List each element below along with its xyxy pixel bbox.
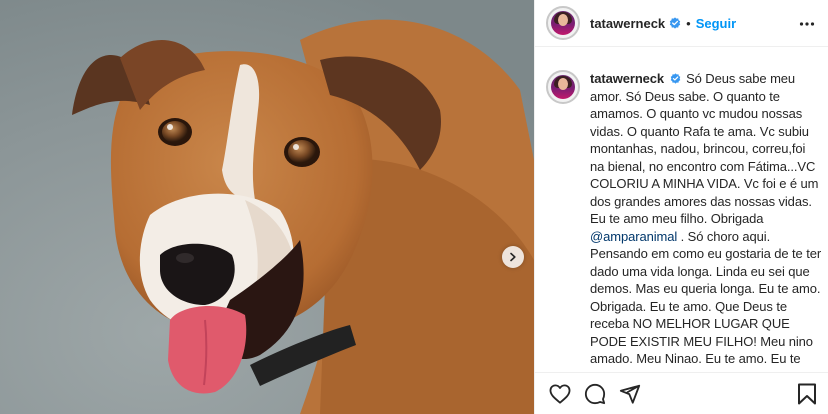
- share-button[interactable]: [618, 382, 642, 406]
- like-button[interactable]: [548, 382, 572, 406]
- chevron-right-icon: [510, 252, 516, 262]
- dog-photo: [0, 0, 534, 414]
- caption-body-1: Só Deus sabe meu amor. Só Deus sabe. O q…: [590, 71, 819, 226]
- comments-area[interactable]: tatawerneck Só Deus sabe meu amor. Só De…: [535, 47, 828, 372]
- avatar-image: [551, 11, 575, 35]
- post-photo[interactable]: [0, 0, 534, 414]
- verified-badge-icon: [670, 73, 680, 84]
- heart-icon: [549, 383, 571, 404]
- more-options-icon[interactable]: [799, 16, 815, 32]
- post-header: tatawerneck • Seguir: [535, 0, 828, 47]
- instagram-post: tatawerneck • Seguir tatawerneck Só Deus…: [0, 0, 828, 414]
- comment-button[interactable]: [583, 382, 607, 406]
- follow-button[interactable]: Seguir: [696, 16, 736, 31]
- caption-body-2: . Só choro aqui. Pensando em como eu gos…: [590, 228, 822, 373]
- caption-comment: tatawerneck Só Deus sabe meu amor. Só De…: [546, 70, 822, 372]
- caption-avatar[interactable]: [546, 70, 580, 104]
- next-photo-button[interactable]: [502, 246, 524, 268]
- paper-plane-icon: [619, 384, 641, 404]
- action-bar: [535, 372, 828, 414]
- author-username[interactable]: tatawerneck: [590, 16, 665, 31]
- bookmark-icon[interactable]: [797, 383, 817, 405]
- separator-dot: •: [686, 15, 691, 31]
- caption-text: tatawerneck Só Deus sabe meu amor. Só De…: [590, 70, 822, 372]
- avatar-face: [558, 78, 568, 90]
- author-avatar[interactable]: [546, 6, 580, 40]
- caption-username[interactable]: tatawerneck: [590, 71, 664, 86]
- post-sidebar: tatawerneck • Seguir tatawerneck Só Deus…: [534, 0, 828, 414]
- avatar-image: [551, 75, 575, 99]
- verified-badge-icon: [669, 17, 681, 29]
- avatar-face: [558, 14, 568, 26]
- mention-link[interactable]: @amparanimal: [590, 229, 677, 244]
- comment-icon: [584, 383, 606, 404]
